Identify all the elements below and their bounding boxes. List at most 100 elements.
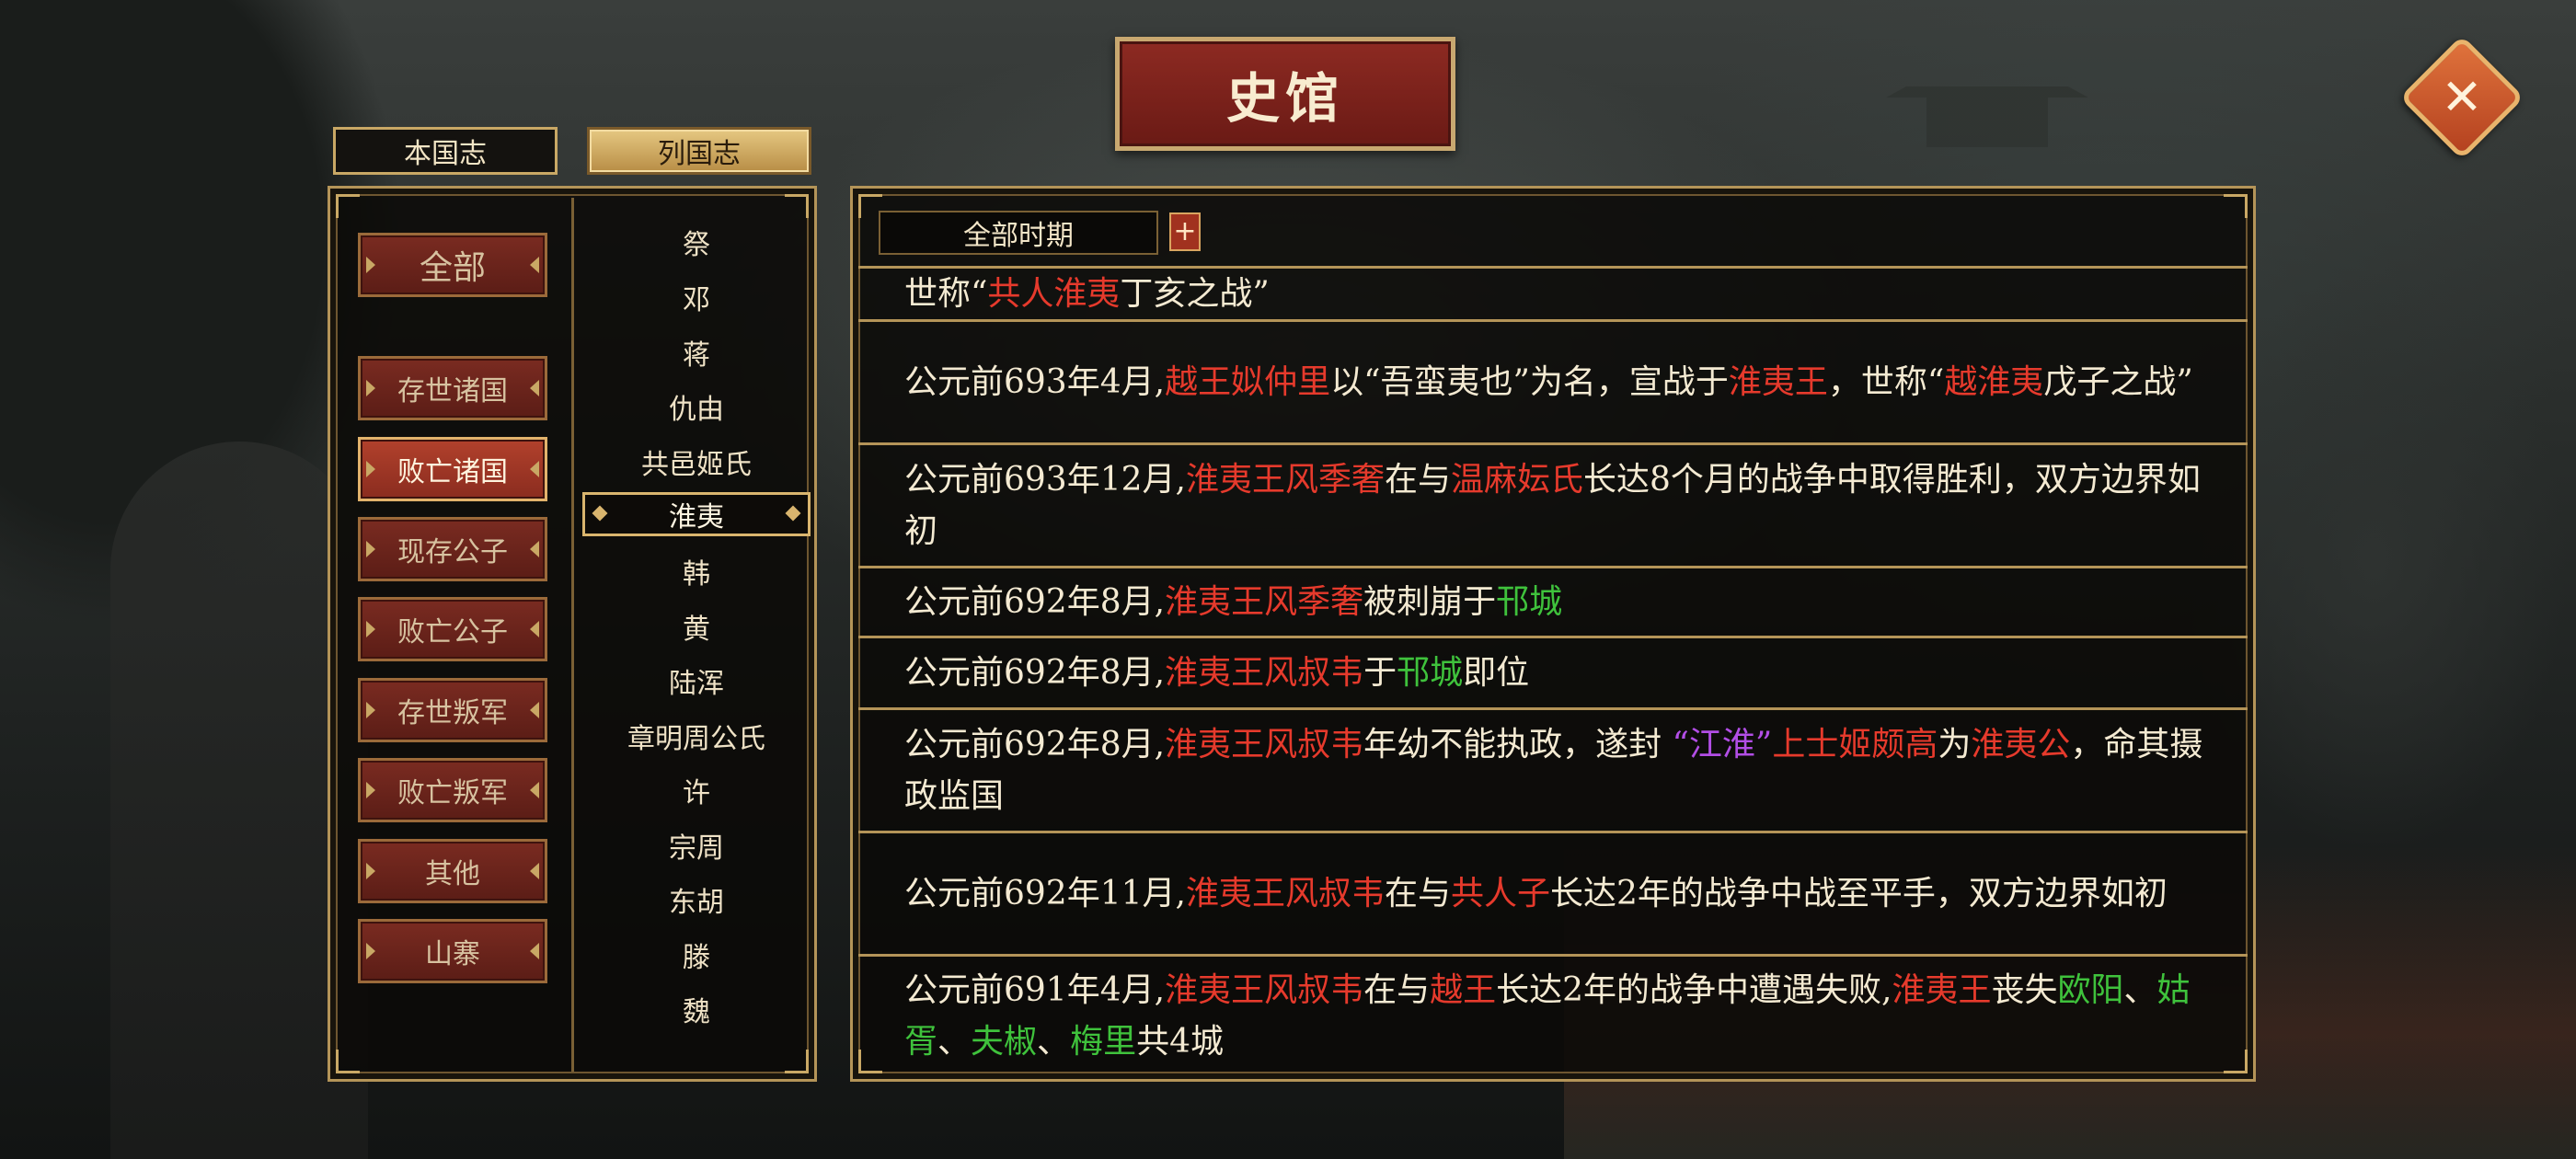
entry-text-segment: 公元前692年8月, bbox=[904, 582, 1166, 621]
history-entry: 公元前693年12月,淮夷王风季奢在与温麻妘氏长达8个月的战争中取得胜利，双方边… bbox=[858, 442, 2248, 566]
nation-item[interactable]: 章明周公氏 bbox=[582, 714, 811, 758]
nation-item-selected[interactable]: 淮夷 bbox=[582, 492, 811, 536]
period-filter-expand-button[interactable]: + bbox=[1169, 212, 1201, 251]
page-title: 史馆 bbox=[1225, 67, 1344, 130]
entry-text-segment: 在与 bbox=[1384, 460, 1451, 499]
tab-foreign-history[interactable]: 列国志 bbox=[587, 127, 811, 175]
history-entry: 公元前692年8月,淮夷王风季奢被刺崩于邗城 bbox=[858, 566, 2248, 636]
highlighted-term: 越王姒仲里 bbox=[1165, 362, 1331, 401]
highlighted-term: 上士姬颇高 bbox=[1772, 725, 1938, 763]
category-button[interactable]: 现存公子 bbox=[358, 517, 547, 581]
history-entry-text: 世称“共人淮夷丁亥之战” bbox=[904, 269, 1270, 320]
entry-text-segment: 丁亥之战” bbox=[1120, 274, 1270, 313]
entry-text-segment: 世称“ bbox=[904, 274, 988, 313]
highlighted-term: 邗城 bbox=[1496, 582, 1563, 621]
highlighted-term: 夫椒 bbox=[971, 1022, 1038, 1061]
history-entry-text: 公元前692年8月,淮夷王风季奢被刺崩于邗城 bbox=[904, 577, 1562, 628]
nation-item[interactable]: 蒋 bbox=[582, 330, 811, 374]
highlighted-term: 淮夷王风季奢 bbox=[1185, 460, 1385, 499]
entry-text-segment: 公元前692年8月, bbox=[904, 653, 1166, 692]
entry-text-segment: 为 bbox=[1938, 725, 1972, 763]
background-pagoda bbox=[1886, 37, 2088, 147]
history-entry-text: 公元前692年8月,淮夷王风叔韦年幼不能执政，遂封 “江淮”上士姬颇高为淮夷公，… bbox=[904, 719, 2214, 822]
filter-panel: 全部 存世诸国 败亡诸国 现存公子 败亡公子 存世叛军 败亡叛军 其他 山寨 祭… bbox=[328, 186, 817, 1082]
category-button[interactable]: 山寨 bbox=[358, 919, 547, 983]
highlighted-term: 淮夷王风季奢 bbox=[1165, 582, 1364, 621]
nation-item[interactable]: 滕 bbox=[582, 933, 811, 977]
entry-text-segment: 即位 bbox=[1463, 653, 1530, 692]
history-entry: 世称“共人淮夷丁亥之战” bbox=[858, 266, 2248, 319]
entry-text-segment: 长达2年的战争中遭遇失败, bbox=[1496, 970, 1892, 1009]
highlighted-term: 越王 bbox=[1430, 970, 1497, 1009]
highlighted-term: 淮夷王风叔韦 bbox=[1185, 874, 1385, 912]
highlighted-term: 淮夷王 bbox=[1728, 362, 1828, 401]
highlighted-term: 淮夷王风叔韦 bbox=[1165, 725, 1364, 763]
highlighted-term: 梅里 bbox=[1070, 1022, 1137, 1061]
entry-text-segment: 公元前692年11月, bbox=[904, 874, 1186, 912]
nation-item[interactable]: 东胡 bbox=[582, 878, 811, 922]
close-icon: ✕ bbox=[2441, 68, 2483, 126]
panel-divider bbox=[571, 198, 574, 1072]
history-entry: 公元前691年4月,淮夷王风叔韦在与越王长达2年的战争中遭遇失败,淮夷王丧失欧阳… bbox=[858, 954, 2248, 1075]
history-entry: 公元前692年8月,淮夷王风叔韦年幼不能执政，遂封 “江淮”上士姬颇高为淮夷公，… bbox=[858, 707, 2248, 831]
category-button[interactable]: 存世叛军 bbox=[358, 678, 547, 742]
title-plaque: 史馆 bbox=[1115, 37, 1455, 151]
history-entry: 公元前692年11月,淮夷王风叔韦在与共人子长达2年的战争中战至平手，双方边界如… bbox=[858, 831, 2248, 954]
tab-domestic-history[interactable]: 本国志 bbox=[333, 127, 558, 175]
entry-text-segment: 、 bbox=[2123, 970, 2157, 1009]
highlighted-term: 欧阳 bbox=[2057, 970, 2124, 1009]
entry-text-segment: ，世称“ bbox=[1827, 362, 1945, 401]
corner-ornament bbox=[785, 194, 809, 218]
nation-item[interactable]: 祭 bbox=[582, 220, 811, 264]
entry-text-segment: 以“吾蛮夷也”为名，宣战于 bbox=[1330, 362, 1729, 401]
history-entry-text: 公元前692年11月,淮夷王风叔韦在与共人子长达2年的战争中战至平手，双方边界如… bbox=[904, 868, 2168, 920]
entry-text-segment: 公元前691年4月, bbox=[904, 970, 1166, 1009]
entry-text-segment: 丧失 bbox=[1991, 970, 2058, 1009]
highlighted-term: 温麻妘氏 bbox=[1451, 460, 1584, 499]
highlighted-term: 淮夷王 bbox=[1892, 970, 1992, 1009]
history-entry-text: 公元前691年4月,淮夷王风叔韦在与越王长达2年的战争中遭遇失败,淮夷王丧失欧阳… bbox=[904, 965, 2214, 1068]
highlighted-term: 共人淮夷 bbox=[987, 274, 1121, 313]
entry-text-segment: 于 bbox=[1363, 653, 1397, 692]
nation-item[interactable]: 共邑姬氏 bbox=[582, 440, 811, 484]
entry-text-segment: 年幼不能执政，遂封 bbox=[1363, 725, 1673, 763]
entry-text-segment: 在与 bbox=[1363, 970, 1431, 1009]
corner-ornament bbox=[785, 1050, 809, 1073]
entry-text-segment: 共4城 bbox=[1136, 1022, 1224, 1061]
close-button[interactable]: ✕ bbox=[2399, 35, 2524, 160]
period-filter-select[interactable]: 全部时期 bbox=[879, 211, 1158, 255]
corner-ornament bbox=[336, 1050, 360, 1073]
history-entry: 公元前692年8月,淮夷王风叔韦于邗城即位 bbox=[858, 636, 2248, 707]
category-button[interactable]: 存世诸国 bbox=[358, 356, 547, 420]
nation-item[interactable]: 魏 bbox=[582, 987, 811, 1031]
highlighted-term: 共人子 bbox=[1451, 874, 1551, 912]
entry-text-segment: 戊子之战” bbox=[2043, 362, 2193, 401]
nation-item[interactable]: 韩 bbox=[582, 549, 811, 593]
entry-text-segment: 、 bbox=[937, 1022, 972, 1061]
history-entry-text: 公元前692年8月,淮夷王风叔韦于邗城即位 bbox=[904, 648, 1529, 699]
nation-item[interactable]: 黄 bbox=[582, 604, 811, 648]
history-panel: 全部时期 + 世称“共人淮夷丁亥之战” 公元前693年4月,越王姒仲里以“吾蛮夷… bbox=[850, 186, 2256, 1082]
entry-text-segment: 在与 bbox=[1384, 874, 1451, 912]
history-entry: 公元前693年4月,越王姒仲里以“吾蛮夷也”为名，宣战于淮夷王，世称“越淮夷戊子… bbox=[858, 319, 2248, 442]
entry-text-segment: 被刺崩于 bbox=[1363, 582, 1497, 621]
category-button-selected[interactable]: 败亡诸国 bbox=[358, 437, 547, 501]
nation-item[interactable]: 仇由 bbox=[582, 384, 811, 429]
entry-text-segment: 公元前693年4月, bbox=[904, 362, 1166, 401]
corner-ornament bbox=[2224, 194, 2248, 218]
category-button[interactable]: 败亡公子 bbox=[358, 597, 547, 661]
category-button[interactable]: 败亡叛军 bbox=[358, 758, 547, 822]
entry-text-segment: 、 bbox=[1037, 1022, 1071, 1061]
category-button-all[interactable]: 全部 bbox=[358, 233, 547, 297]
highlighted-term: 淮夷王风叔韦 bbox=[1165, 653, 1364, 692]
entry-text-segment: 公元前692年8月, bbox=[904, 725, 1166, 763]
category-button[interactable]: 其他 bbox=[358, 839, 547, 903]
nation-item[interactable]: 宗周 bbox=[582, 823, 811, 867]
history-entry-text: 公元前693年4月,越王姒仲里以“吾蛮夷也”为名，宣战于淮夷王，世称“越淮夷戊子… bbox=[904, 357, 2193, 408]
nation-item[interactable]: 许 bbox=[582, 768, 811, 812]
corner-ornament bbox=[336, 194, 360, 218]
nation-item[interactable]: 邓 bbox=[582, 275, 811, 319]
highlighted-term: 淮夷王风叔韦 bbox=[1165, 970, 1364, 1009]
highlighted-term: “江淮” bbox=[1672, 725, 1773, 763]
nation-item[interactable]: 陆浑 bbox=[582, 659, 811, 703]
